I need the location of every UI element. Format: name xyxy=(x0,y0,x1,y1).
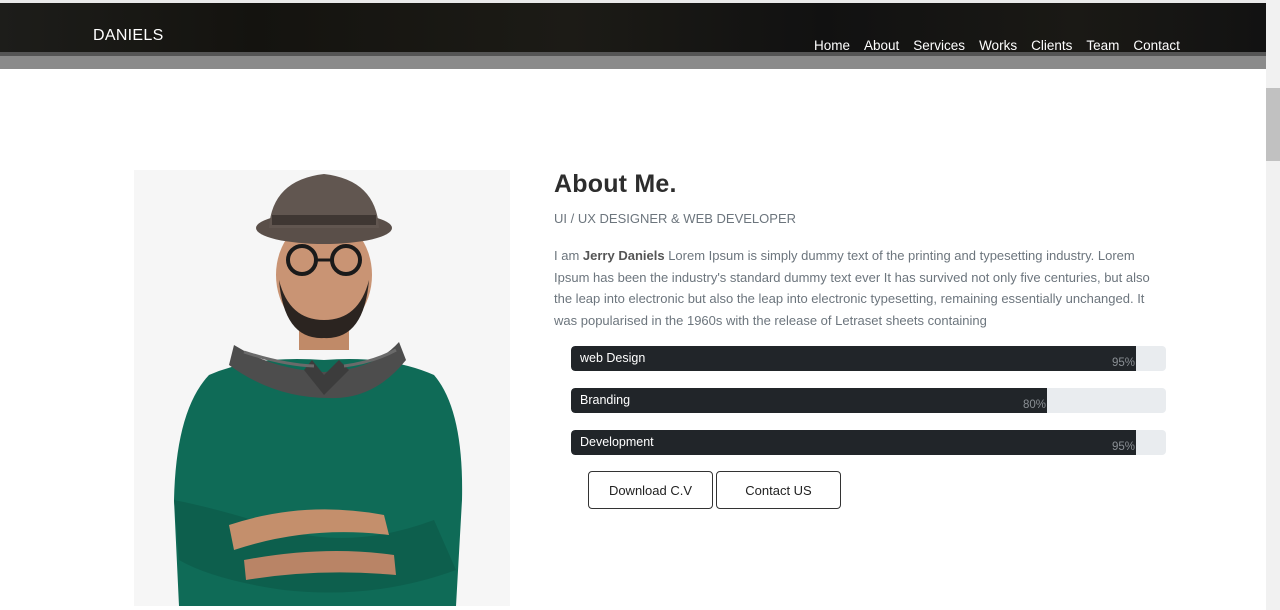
about-bio: I am Jerry Daniels Lorem Ipsum is simply… xyxy=(554,245,1166,331)
skill-fill xyxy=(571,346,1136,371)
nav-contact[interactable]: Contact xyxy=(1133,38,1180,53)
skill-fill xyxy=(571,388,1047,413)
skill-bar-web-design: web Design 95% xyxy=(571,346,1166,371)
scrollbar-thumb[interactable] xyxy=(1266,88,1280,161)
person-illustration xyxy=(174,174,463,606)
nav-home[interactable]: Home xyxy=(814,38,850,53)
page: DANIELS Home About Services Works Client… xyxy=(0,0,1266,610)
skill-bar-branding: Branding 80% xyxy=(571,388,1166,413)
bio-prefix: I am xyxy=(554,248,583,263)
nav-services[interactable]: Services xyxy=(913,38,965,53)
nav-clients[interactable]: Clients xyxy=(1031,38,1072,53)
skill-bar-development: Development 95% xyxy=(571,430,1166,455)
skill-percent: 80% xyxy=(1023,399,1047,411)
bio-name: Jerry Daniels xyxy=(582,248,665,263)
nav-team[interactable]: Team xyxy=(1086,38,1119,53)
skill-fill xyxy=(571,430,1136,455)
main-nav: Home About Services Works Clients Team C… xyxy=(814,38,1180,53)
brand-logo[interactable]: DANIELS xyxy=(93,27,164,45)
skill-label: web Design xyxy=(580,351,646,365)
about-title: About Me. xyxy=(554,170,677,198)
download-cv-button[interactable]: Download C.V xyxy=(588,471,713,509)
skill-label: Branding xyxy=(580,393,631,407)
nav-works[interactable]: Works xyxy=(979,38,1017,53)
skill-label: Development xyxy=(580,435,654,449)
header: DANIELS Home About Services Works Client… xyxy=(0,0,1266,69)
contact-us-button[interactable]: Contact US xyxy=(716,471,841,509)
skill-percent: 95% xyxy=(1112,441,1136,453)
nav-about[interactable]: About xyxy=(864,38,899,53)
profile-photo xyxy=(134,170,510,606)
about-subtitle: UI / UX DESIGNER & WEB DEVELOPER xyxy=(554,211,796,226)
skill-percent: 95% xyxy=(1112,357,1136,369)
